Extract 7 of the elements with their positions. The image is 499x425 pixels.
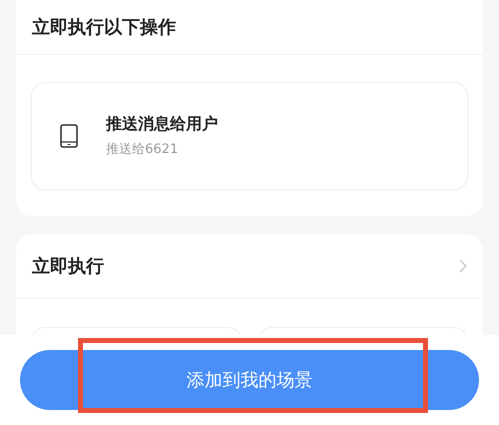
action-card[interactable]: 推送消息给用户 推送给6621 [31,82,468,190]
action-title: 推送消息给用户 [106,113,218,136]
section-title: 立即执行以下操作 [32,16,176,40]
chevron-icon[interactable] [459,259,467,273]
section-title: 立即执行 [32,254,104,278]
action-subtitle: 推送给6621 [106,141,180,160]
tablet-icon [60,124,78,148]
